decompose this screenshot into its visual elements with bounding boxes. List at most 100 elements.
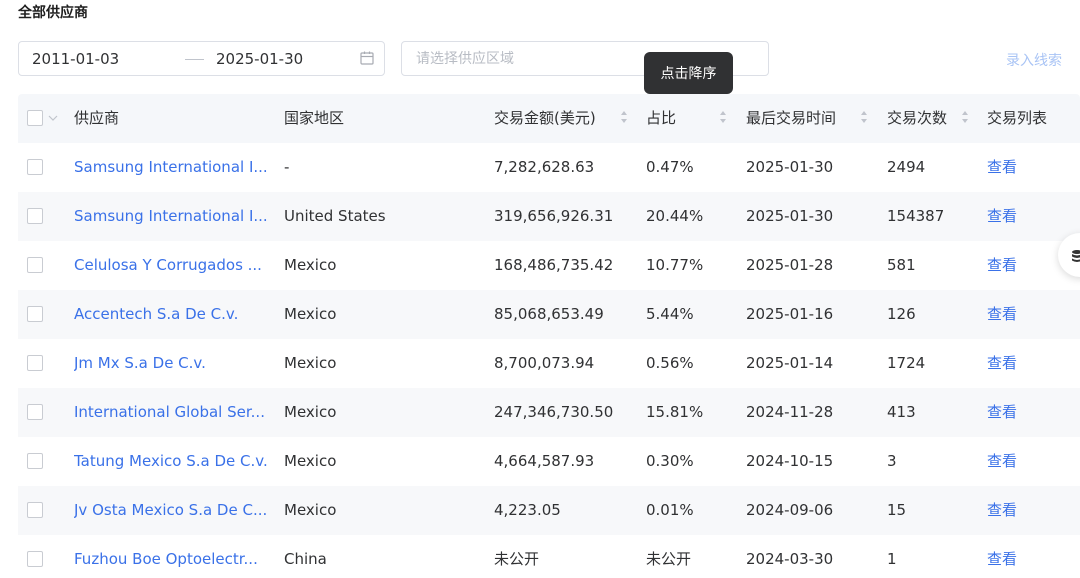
table-row: Accentech S.a De C.v. Mexico 85,068,653.… (18, 290, 1080, 339)
amount-cell: 319,656,926.31 (494, 207, 614, 225)
table-row: Fuzhou Boe Optoelectr... China 未公开 未公开 2… (18, 535, 1080, 578)
region-cell: Mexico (284, 452, 337, 470)
count-cell: 154387 (887, 207, 945, 225)
region-cell: Mexico (284, 354, 337, 372)
supplier-name-link[interactable]: Samsung International I... (74, 143, 279, 192)
amount-cell: 168,486,735.42 (494, 256, 614, 274)
supplier-name-link[interactable]: Tatung Mexico S.a De C.v. (74, 437, 279, 486)
supplier-name-link[interactable]: International Global Ser... (74, 388, 279, 437)
region-cell: Mexico (284, 403, 337, 421)
sort-icon[interactable] (961, 110, 969, 124)
col-header-list: 交易列表 (987, 109, 1048, 127)
view-link[interactable]: 查看 (987, 290, 1067, 339)
view-link[interactable]: 查看 (987, 143, 1067, 192)
view-link[interactable]: 查看 (987, 241, 1067, 290)
supplier-page: 全部供应商 2011-01-03 2025-01-30 点击降序 录入线索 供应… (0, 0, 1080, 578)
supplier-name-link[interactable]: Celulosa Y Corrugados ... (74, 241, 279, 290)
ratio-cell: 0.01% (646, 501, 694, 519)
supplier-name-link[interactable]: Fuzhou Boe Optoelectr... (74, 535, 279, 578)
table-row: Jm Mx S.a De C.v. Mexico 8,700,073.94 0.… (18, 339, 1080, 388)
ratio-cell: 0.56% (646, 354, 694, 372)
amount-cell: 4,223.05 (494, 501, 561, 519)
count-cell: 1 (887, 550, 897, 568)
region-cell: Mexico (284, 305, 337, 323)
row-checkbox[interactable] (27, 502, 43, 518)
last-time-cell: 2024-03-30 (746, 550, 834, 568)
sort-icon[interactable] (719, 110, 727, 124)
supplier-name-link[interactable]: Samsung International I... (74, 192, 279, 241)
sort-icon[interactable] (620, 110, 628, 124)
count-cell: 3 (887, 452, 897, 470)
supplier-name-link[interactable]: Jv Osta Mexico S.a De C... (74, 486, 279, 535)
col-header-count[interactable]: 交易次数 (887, 94, 967, 143)
row-checkbox[interactable] (27, 257, 43, 273)
calendar-icon[interactable] (359, 50, 375, 66)
table-row: Samsung International I... United States… (18, 192, 1080, 241)
amount-cell: 85,068,653.49 (494, 305, 604, 323)
region-cell: Mexico (284, 256, 337, 274)
last-time-cell: 2025-01-30 (746, 207, 834, 225)
last-time-cell: 2024-10-15 (746, 452, 834, 470)
amount-cell: 247,346,730.50 (494, 403, 614, 421)
view-link[interactable]: 查看 (987, 535, 1067, 578)
view-link[interactable]: 查看 (987, 388, 1067, 437)
region-cell: China (284, 550, 327, 568)
row-checkbox[interactable] (27, 306, 43, 322)
amount-cell: 4,664,587.93 (494, 452, 595, 470)
last-time-cell: 2025-01-16 (746, 305, 834, 323)
select-all-checkbox[interactable] (27, 110, 43, 126)
region-cell: United States (284, 207, 386, 225)
table-row: Tatung Mexico S.a De C.v. Mexico 4,664,5… (18, 437, 1080, 486)
table-row: Samsung International I... - 7,282,628.6… (18, 143, 1080, 192)
count-cell: 126 (887, 305, 916, 323)
last-time-cell: 2024-11-28 (746, 403, 834, 421)
col-header-region: 国家地区 (284, 109, 345, 127)
table-row: Jv Osta Mexico S.a De C... Mexico 4,223.… (18, 486, 1080, 535)
view-link[interactable]: 查看 (987, 486, 1067, 535)
date-range-picker[interactable]: 2011-01-03 2025-01-30 (18, 41, 385, 76)
ratio-cell: 10.77% (646, 256, 704, 274)
row-checkbox[interactable] (27, 208, 43, 224)
col-header-amount[interactable]: 交易金额(美元) (494, 94, 634, 143)
last-time-cell: 2025-01-28 (746, 256, 834, 274)
chevron-down-icon[interactable] (48, 114, 58, 122)
ratio-cell: 20.44% (646, 207, 704, 225)
col-header-supplier: 供应商 (74, 109, 120, 127)
count-cell: 581 (887, 256, 916, 274)
ratio-cell: 15.81% (646, 403, 704, 421)
col-header-ratio[interactable]: 占比 (646, 94, 716, 143)
ratio-cell: 0.47% (646, 158, 694, 176)
row-checkbox[interactable] (27, 355, 43, 371)
row-checkbox[interactable] (27, 453, 43, 469)
last-time-cell: 2024-09-06 (746, 501, 834, 519)
col-header-last-time[interactable]: 最后交易时间 (746, 94, 861, 143)
date-range-separator (185, 59, 204, 60)
table-row: Celulosa Y Corrugados ... Mexico 168,486… (18, 241, 1080, 290)
table-row: International Global Ser... Mexico 247,3… (18, 388, 1080, 437)
view-link[interactable]: 查看 (987, 192, 1067, 241)
count-cell: 413 (887, 403, 916, 421)
ratio-cell: 0.30% (646, 452, 694, 470)
sort-icon[interactable] (860, 110, 868, 124)
date-start[interactable]: 2011-01-03 (32, 50, 119, 68)
enter-lead-link[interactable]: 录入线索 (1006, 50, 1062, 70)
region-cell: - (284, 158, 290, 176)
table-header: 供应商 国家地区 交易金额(美元) 占比 最后交易时间 交易次数 交易列表 (18, 94, 1080, 143)
row-checkbox[interactable] (27, 551, 43, 567)
amount-cell: 未公开 (494, 550, 540, 568)
region-cell: Mexico (284, 501, 337, 519)
view-link[interactable]: 查看 (987, 437, 1067, 486)
row-checkbox[interactable] (27, 404, 43, 420)
amount-cell: 8,700,073.94 (494, 354, 595, 372)
supplier-name-link[interactable]: Jm Mx S.a De C.v. (74, 339, 279, 388)
row-checkbox[interactable] (27, 159, 43, 175)
supplier-name-link[interactable]: Accentech S.a De C.v. (74, 290, 279, 339)
supplier-table: 供应商 国家地区 交易金额(美元) 占比 最后交易时间 交易次数 交易列表 Sa… (18, 94, 1080, 578)
date-end[interactable]: 2025-01-30 (216, 50, 303, 68)
sort-tooltip: 点击降序 (644, 52, 733, 94)
database-icon (1072, 250, 1080, 262)
ratio-cell: 未公开 (646, 550, 692, 568)
view-link[interactable]: 查看 (987, 339, 1067, 388)
amount-cell: 7,282,628.63 (494, 158, 595, 176)
section-title: 全部供应商 (18, 5, 88, 21)
